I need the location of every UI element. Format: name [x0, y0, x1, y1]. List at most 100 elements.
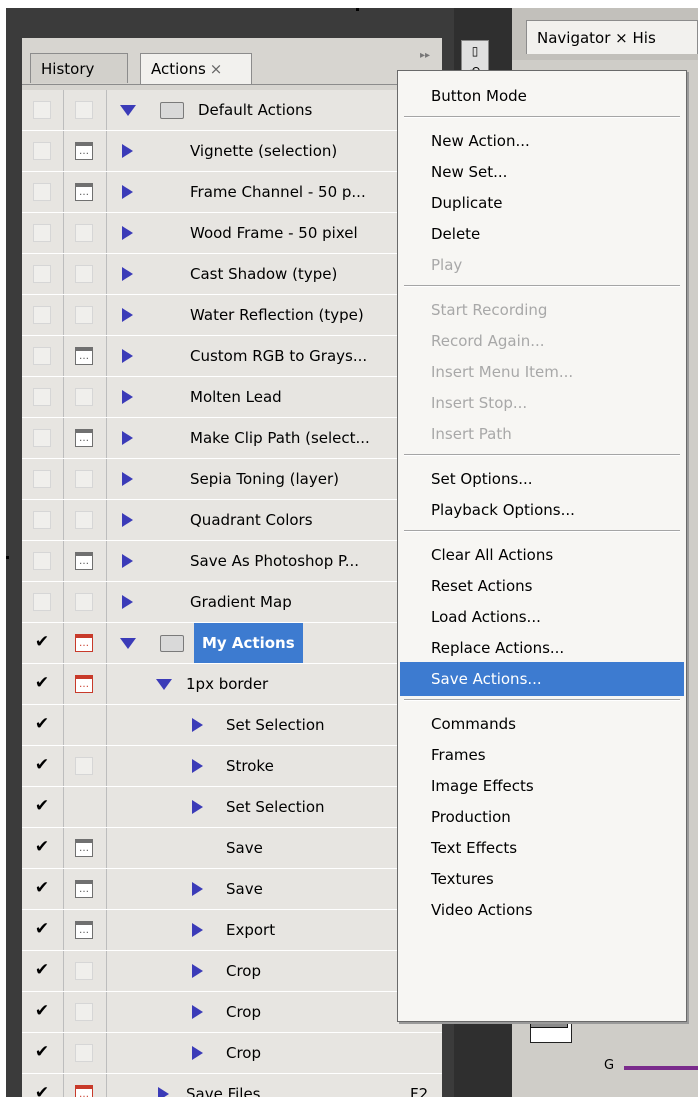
action-row[interactable]: ✔ Crop [22, 992, 442, 1033]
toggle-checkbox[interactable] [33, 265, 51, 283]
action-set-row[interactable]: Default Actions [22, 90, 442, 131]
checkmark-icon[interactable]: ✔ [33, 1044, 51, 1062]
action-row[interactable]: Wood Frame - 50 pixel [22, 213, 442, 254]
toggle-checkbox[interactable] [33, 511, 51, 529]
panel-flyout-icon[interactable]: ▸▸ [420, 50, 430, 61]
expand-right-icon[interactable] [122, 349, 133, 363]
action-row[interactable]: Quadrant Colors [22, 500, 442, 541]
dialog-toggle-icon[interactable]: … [75, 839, 93, 857]
action-row[interactable]: ✔ … Export [22, 910, 442, 951]
expand-right-icon[interactable] [192, 882, 203, 896]
expand-right-icon[interactable] [122, 513, 133, 527]
action-row[interactable]: ✔ Set Selection [22, 787, 442, 828]
checkmark-icon[interactable]: ✔ [33, 798, 51, 816]
dialog-toggle-icon[interactable] [75, 224, 93, 242]
dialog-toggle-icon[interactable] [75, 511, 93, 529]
action-row[interactable]: ✔ … Save [22, 869, 442, 910]
action-row[interactable]: ✔ Crop [22, 951, 442, 992]
dialog-toggle-icon[interactable]: … [75, 921, 93, 939]
action-row[interactable]: Cast Shadow (type) [22, 254, 442, 295]
dialog-toggle-icon[interactable] [75, 962, 93, 980]
menu-item[interactable]: Clear All Actions [400, 538, 684, 572]
menu-item[interactable]: Video Actions [400, 893, 684, 927]
toggle-checkbox[interactable] [33, 593, 51, 611]
dialog-toggle-icon[interactable]: … [75, 183, 93, 201]
expand-right-icon[interactable] [192, 1046, 203, 1060]
menu-item[interactable]: Duplicate [400, 186, 684, 220]
toggle-checkbox[interactable] [33, 470, 51, 488]
dialog-toggle-icon[interactable]: … [75, 880, 93, 898]
expand-down-icon[interactable] [120, 105, 136, 116]
toggle-checkbox[interactable] [33, 347, 51, 365]
action-row[interactable]: … Frame Channel - 50 p... [22, 172, 442, 213]
tab-navigator[interactable]: Navigator × His [526, 20, 698, 54]
action-row[interactable]: Water Reflection (type) [22, 295, 442, 336]
expand-right-icon[interactable] [122, 390, 133, 404]
action-row[interactable]: ✔ Stroke [22, 746, 442, 787]
menu-item[interactable]: Production [400, 800, 684, 834]
action-row[interactable]: Sepia Toning (layer) [22, 459, 442, 500]
menu-item[interactable]: Textures [400, 862, 684, 896]
toggle-checkbox[interactable] [33, 429, 51, 447]
action-row[interactable]: ✔ … Save [22, 828, 442, 869]
dialog-toggle-icon[interactable]: … [75, 675, 93, 693]
dialog-toggle-icon[interactable] [75, 388, 93, 406]
action-row[interactable]: Molten Lead [22, 377, 442, 418]
menu-item[interactable]: Frames [400, 738, 684, 772]
menu-item[interactable]: Playback Options... [400, 493, 684, 527]
expand-right-icon[interactable] [122, 226, 133, 240]
toggle-checkbox[interactable] [33, 224, 51, 242]
action-row[interactable]: ✔ Crop [22, 1033, 442, 1074]
expand-right-icon[interactable] [122, 595, 133, 609]
menu-item[interactable]: Button Mode [400, 79, 684, 113]
toggle-checkbox[interactable] [33, 306, 51, 324]
expand-right-icon[interactable] [192, 923, 203, 937]
checkmark-icon[interactable]: ✔ [33, 716, 51, 734]
expand-right-icon[interactable] [192, 759, 203, 773]
action-row[interactable]: ✔ … Save Files F2 [22, 1074, 442, 1097]
expand-right-icon[interactable] [122, 554, 133, 568]
g-channel-slider[interactable] [624, 1066, 698, 1070]
menu-item[interactable]: Replace Actions... [400, 631, 684, 665]
expand-down-icon[interactable] [120, 638, 136, 649]
expand-right-icon[interactable] [122, 267, 133, 281]
menu-item[interactable]: Delete [400, 217, 684, 251]
expand-right-icon[interactable] [192, 800, 203, 814]
dialog-toggle-icon[interactable] [75, 265, 93, 283]
expand-right-icon[interactable] [158, 1087, 169, 1097]
menu-item[interactable]: Text Effects [400, 831, 684, 865]
toggle-checkbox[interactable] [33, 183, 51, 201]
dialog-toggle-icon[interactable] [75, 101, 93, 119]
action-set-row[interactable]: ✔ … My Actions [22, 623, 442, 664]
checkmark-icon[interactable]: ✔ [33, 962, 51, 980]
expand-right-icon[interactable] [122, 472, 133, 486]
action-row[interactable]: … Make Clip Path (select... [22, 418, 442, 459]
menu-item[interactable]: Commands [400, 707, 684, 741]
expand-right-icon[interactable] [192, 1005, 203, 1019]
action-row[interactable]: … Vignette (selection) [22, 131, 442, 172]
toggle-checkbox[interactable] [33, 552, 51, 570]
dialog-toggle-icon[interactable] [75, 470, 93, 488]
expand-right-icon[interactable] [122, 308, 133, 322]
menu-item[interactable]: New Set... [400, 155, 684, 189]
dialog-toggle-icon[interactable]: … [75, 634, 93, 652]
action-row[interactable]: ✔…1px borderF1 [22, 664, 442, 705]
expand-right-icon[interactable] [192, 718, 203, 732]
toggle-checkbox[interactable] [33, 101, 51, 119]
checkmark-icon[interactable]: ✔ [33, 921, 51, 939]
menu-item[interactable]: Save Actions... [400, 662, 684, 696]
menu-item[interactable]: New Action... [400, 124, 684, 158]
checkmark-icon[interactable]: ✔ [33, 880, 51, 898]
checkmark-icon[interactable]: ✔ [33, 1085, 51, 1097]
expand-right-icon[interactable] [122, 185, 133, 199]
checkmark-icon[interactable]: ✔ [33, 839, 51, 857]
dialog-toggle-icon[interactable] [75, 1044, 93, 1062]
dialog-toggle-icon[interactable] [75, 306, 93, 324]
dialog-toggle-icon[interactable] [75, 757, 93, 775]
tab-history[interactable]: History [30, 53, 128, 83]
dialog-toggle-icon[interactable] [75, 593, 93, 611]
toggle-checkbox[interactable] [33, 388, 51, 406]
close-icon[interactable]: × [210, 60, 223, 78]
dialog-toggle-icon[interactable]: … [75, 142, 93, 160]
menu-item[interactable]: Load Actions... [400, 600, 684, 634]
